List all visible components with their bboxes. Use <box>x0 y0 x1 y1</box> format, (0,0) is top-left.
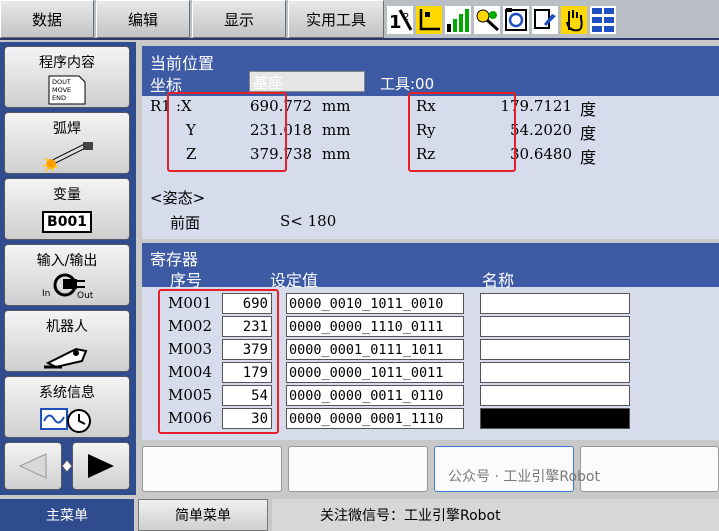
sidebar-item-label: 机器人 <box>46 319 88 335</box>
sidebar-item-label: 系统信息 <box>39 385 95 401</box>
sidebar-item-label: 变量 <box>53 187 81 203</box>
top-menu-bar: 数据 编辑 显示 实用工具 12 <box>0 0 719 40</box>
menu-display[interactable]: 显示 <box>192 0 286 38</box>
register-binary-cell[interactable]: 0000_0010_1011_0010 <box>286 293 464 314</box>
variable-b001-label: B001 <box>42 211 92 233</box>
menu-edit[interactable]: 编辑 <box>96 0 190 38</box>
sidebar-item-system-info[interactable]: 系统信息 <box>4 376 130 438</box>
page-left-button[interactable] <box>4 442 62 490</box>
col-header-name: 名称 <box>482 271 515 290</box>
program-document-icon: DOUT MOVE END <box>47 75 87 105</box>
register-binary-cell[interactable]: 0000_0000_0011_0110 <box>286 385 464 406</box>
col-header-no: 序号 <box>170 271 203 290</box>
register-header <box>142 243 719 287</box>
edit-lock-icon <box>532 5 558 35</box>
variable-icon: B001 <box>42 207 92 237</box>
arrow-left-icon <box>18 453 47 479</box>
robot-arm-icon <box>42 339 92 369</box>
bottom-bar: 主菜单 简单菜单 关注微信号：工业引擎Robot <box>0 497 719 531</box>
arrow-right-icon <box>88 454 114 478</box>
col-header-value: 设定值 <box>270 271 319 290</box>
axis-group-icon: 12 <box>387 5 413 35</box>
register-name-cell[interactable] <box>480 385 630 406</box>
arrow-connector <box>62 442 72 490</box>
svg-text:MOVE: MOVE <box>52 86 71 94</box>
coordinate-frame-icon <box>416 5 442 35</box>
sidebar-item-arc-weld[interactable]: 弧焊 <box>4 112 130 174</box>
welding-torch-icon <box>39 141 95 172</box>
sidebar-item-label: 弧焊 <box>53 121 81 137</box>
register-highlight-box <box>158 289 279 434</box>
hand-operation-icon <box>561 5 587 35</box>
axis-z-unit: mm <box>322 145 351 163</box>
soft-key-2[interactable] <box>288 446 428 492</box>
sidebar-item-robot[interactable]: 机器人 <box>4 310 130 372</box>
register-binary-cell[interactable]: 0000_0001_0111_1011 <box>286 339 464 360</box>
register-binary-cell[interactable]: 0000_0000_1011_0011 <box>286 362 464 383</box>
page-arrow-row <box>4 442 130 490</box>
tool-number: 工具:00 <box>380 75 435 93</box>
sidebar-item-variable[interactable]: 变量 B001 <box>4 178 130 240</box>
status-message: 关注微信号：工业引擎Robot <box>272 499 719 531</box>
posture-title: <姿态> <box>150 189 206 207</box>
axis-y-unit: mm <box>322 121 351 139</box>
system-clock-icon <box>39 405 95 435</box>
io-in-label: In <box>42 289 51 299</box>
posture-front: 前面 <box>170 214 201 232</box>
main-menu-button[interactable]: 主菜单 <box>0 499 134 531</box>
register-binary-cell[interactable]: 0000_0000_1110_0111 <box>286 316 464 337</box>
svg-text:DOUT: DOUT <box>52 78 71 86</box>
register-binary-cell[interactable]: 0000_0000_0001_1110 <box>286 408 464 429</box>
rotation-highlight-box <box>408 92 516 172</box>
rot-y-unit: 度 <box>580 124 597 143</box>
menu-data[interactable]: 数据 <box>0 0 94 38</box>
soft-key-1[interactable] <box>142 446 282 492</box>
svg-text:2: 2 <box>403 12 409 23</box>
rot-x-unit: 度 <box>580 100 597 119</box>
sidebar-item-label: 程序内容 <box>39 55 95 71</box>
xyz-highlight-box <box>167 92 287 172</box>
register-name-cell[interactable] <box>480 316 630 337</box>
posture-s: S< 180 <box>280 212 337 230</box>
rot-z-unit: 度 <box>580 148 597 167</box>
position-title: 当前位置 <box>150 54 215 73</box>
play-mode-icon <box>503 5 529 35</box>
svg-text:1: 1 <box>389 12 402 33</box>
register-panel: 寄存器 序号 设定值 名称 M001 690 0000_0010_1011_00… <box>142 243 719 440</box>
sidebar-item-io[interactable]: 输入/输出 In Out <box>4 244 130 306</box>
axis-x-unit: mm <box>322 97 351 115</box>
current-position-panel: 当前位置 坐标 基座 工具:00 R1 :X Y Z 690.772 231.0… <box>142 46 719 239</box>
speed-level-icon <box>445 5 471 35</box>
security-mode-icon <box>474 5 500 35</box>
io-plug-icon: In Out <box>32 273 102 303</box>
soft-key-row: 公众号 · 工业引擎Robot <box>136 442 719 495</box>
page-grid-icon <box>590 5 616 35</box>
left-function-panel: 程序内容 DOUT MOVE END 弧焊 变量 B001 输入/输出 In Out… <box>0 42 136 495</box>
simple-menu-button[interactable]: 简单菜单 <box>138 499 268 531</box>
sidebar-item-label: 输入/输出 <box>36 253 98 269</box>
status-icons: 12 <box>387 2 616 38</box>
menu-utility[interactable]: 实用工具 <box>288 0 384 38</box>
io-out-label: Out <box>77 291 94 301</box>
page-right-button[interactable] <box>72 442 130 490</box>
register-name-cell[interactable] <box>480 408 630 429</box>
svg-text:END: END <box>52 94 66 102</box>
watermark-text: 公众号 · 工业引擎Robot <box>448 469 600 485</box>
register-name-cell[interactable] <box>480 293 630 314</box>
soft-key-4[interactable] <box>580 446 719 492</box>
register-name-cell[interactable] <box>480 339 630 360</box>
register-name-cell[interactable] <box>480 362 630 383</box>
sidebar-item-program[interactable]: 程序内容 DOUT MOVE END <box>4 46 130 108</box>
coord-value: 基座 <box>253 74 284 92</box>
diamond-icon <box>62 460 72 472</box>
